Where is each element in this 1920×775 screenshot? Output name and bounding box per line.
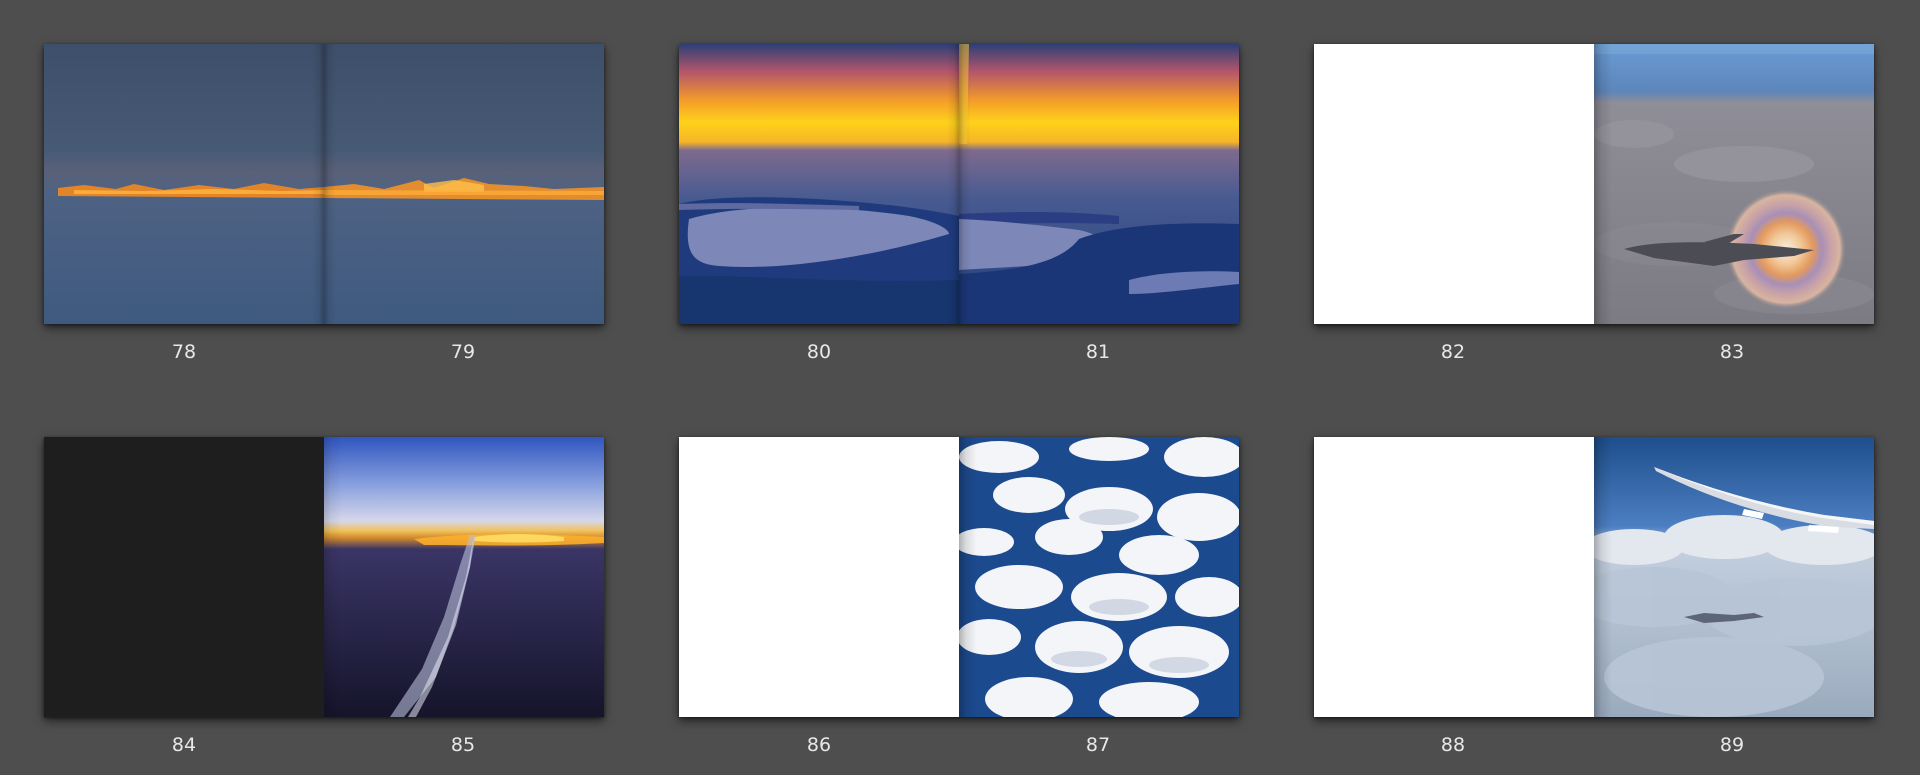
page-79[interactable]	[324, 44, 604, 324]
page-81[interactable]	[959, 44, 1239, 324]
page-80[interactable]	[679, 44, 959, 324]
horizon-sunset-photo-left	[44, 44, 324, 324]
page-number: 80	[806, 341, 832, 363]
page-number: 86	[806, 734, 832, 756]
page-number: 82	[1440, 341, 1466, 363]
page-number: 81	[1085, 341, 1111, 363]
aerial-sunset-coastline-photo-right	[959, 44, 1239, 324]
page-84[interactable]	[44, 437, 324, 717]
page-number: 84	[171, 734, 197, 756]
page-85[interactable]	[324, 437, 604, 717]
horizon-sunset-photo-right	[324, 44, 604, 324]
page-89[interactable]	[1594, 437, 1874, 717]
page-number: 83	[1719, 341, 1745, 363]
page-83[interactable]	[1594, 44, 1874, 324]
cumulus-clouds-ocean-photo	[959, 437, 1239, 717]
aerial-sunset-coastline-photo-left	[679, 44, 959, 324]
airplane-wing-clouds-photo	[1594, 437, 1874, 717]
page-87[interactable]	[959, 437, 1239, 717]
spread-78-79[interactable]	[44, 44, 604, 324]
page-number: 78	[171, 341, 197, 363]
spread-84-85[interactable]	[44, 437, 604, 717]
page-number: 89	[1719, 734, 1745, 756]
page-82[interactable]	[1314, 44, 1594, 324]
spread-88-89[interactable]	[1314, 437, 1874, 717]
contrail-dusk-photo	[324, 437, 604, 717]
spread-86-87[interactable]	[679, 437, 1239, 717]
page-number: 85	[450, 734, 476, 756]
airplane-shadow-glory-photo	[1594, 44, 1874, 324]
page-number: 87	[1085, 734, 1111, 756]
page-88[interactable]	[1314, 437, 1594, 717]
page-86[interactable]	[679, 437, 959, 717]
page-number: 79	[450, 341, 476, 363]
spread-80-81[interactable]	[679, 44, 1239, 324]
page-78[interactable]	[44, 44, 324, 324]
page-number: 88	[1440, 734, 1466, 756]
spread-82-83[interactable]	[1314, 44, 1874, 324]
